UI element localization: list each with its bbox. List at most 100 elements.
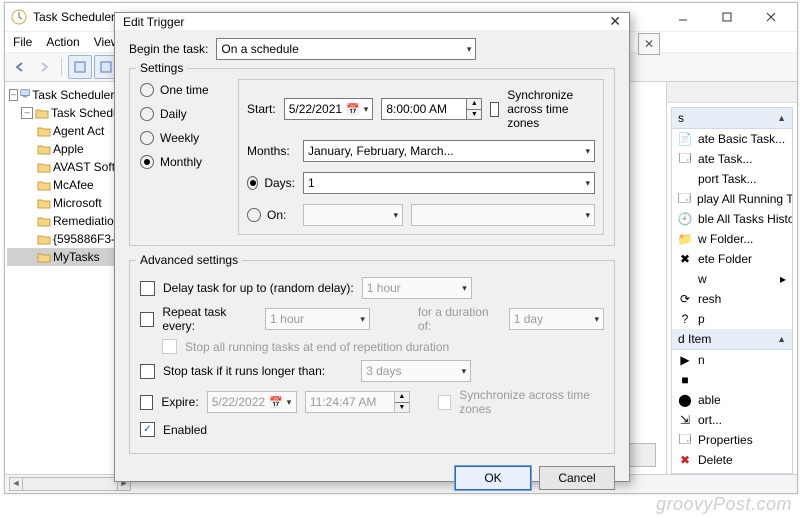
chevron-down-icon: ▾	[467, 44, 472, 55]
delay-label: Delay task for up to (random delay):	[163, 281, 354, 295]
cancel-button[interactable]: Cancel	[539, 466, 615, 490]
action-item[interactable]: 🗔play All Running Ta...	[672, 189, 792, 209]
collapse-icon[interactable]: –	[21, 107, 33, 119]
radio-daily[interactable]: Daily	[140, 107, 224, 121]
back-button[interactable]	[9, 56, 31, 78]
action-item[interactable]: 🗔Properties	[672, 430, 792, 450]
action-item[interactable]: ⇲ort...	[672, 410, 792, 430]
duration-combo: 1 day▾	[509, 308, 604, 330]
new-folder-icon: 📁	[678, 232, 692, 246]
action-item[interactable]: ▶n	[672, 350, 792, 370]
repeat-checkbox[interactable]	[140, 312, 154, 327]
close-button[interactable]	[749, 3, 793, 31]
enabled-checkbox[interactable]	[140, 422, 155, 437]
action-item[interactable]: ⟳resh	[672, 289, 792, 309]
start-date-value: 5/22/2021	[289, 102, 342, 116]
on-day-combo: ▾	[411, 204, 595, 226]
tree-folder-label: Microsoft	[53, 196, 102, 210]
start-time-value: 8:00:00 AM	[386, 102, 447, 116]
start-time-input[interactable]: 8:00:00 AM	[381, 98, 467, 120]
dialog-title: Edit Trigger	[123, 15, 609, 29]
tree-folder-label: AVAST Soft	[53, 160, 115, 174]
menu-file[interactable]: File	[13, 35, 32, 49]
properties-icon: 🗔	[678, 433, 692, 447]
dialog-titlebar: Edit Trigger ✕	[115, 13, 629, 30]
toolbar-button-1[interactable]	[68, 55, 92, 79]
time-spinner[interactable]: ▲▼	[467, 98, 482, 120]
maximize-button[interactable]	[705, 3, 749, 31]
days-combo[interactable]: 1▾	[303, 172, 595, 194]
run-icon: ▶	[678, 353, 692, 367]
background-dialog-button[interactable]	[626, 443, 656, 467]
action-item[interactable]: 📁w Folder...	[672, 229, 792, 249]
forward-button[interactable]	[33, 56, 55, 78]
action-item[interactable]: port Task...	[672, 169, 792, 189]
action-label: ete Folder	[698, 252, 752, 266]
radio-weekly[interactable]: Weekly	[140, 131, 224, 145]
action-label: Delete	[698, 453, 733, 467]
action-item[interactable]: w▸	[672, 269, 792, 289]
start-label: Start:	[247, 102, 276, 116]
chevron-down-icon: ▾	[462, 366, 467, 377]
action-item[interactable]: ■	[672, 370, 792, 390]
chevron-down-icon: ▾	[462, 283, 467, 294]
horizontal-scrollbar[interactable]: ◄►	[9, 477, 131, 491]
schedule-panel: Start: 5/22/2021 📅 ▾ 8:00:00 AM ▲▼ Synchron…	[238, 79, 604, 235]
radio-monthly[interactable]: Monthly	[140, 155, 224, 169]
watermark: groovyPost.com	[656, 494, 792, 515]
action-item[interactable]: 📄ate Basic Task...	[672, 129, 792, 149]
background-dialog-close[interactable]: ✕	[638, 33, 660, 55]
tree-folder-label: McAfee	[53, 178, 94, 192]
action-label: able	[698, 393, 721, 407]
repeat-combo: 1 hour▾	[265, 308, 370, 330]
months-value: January, February, March...	[308, 144, 454, 158]
start-date-picker[interactable]: 5/22/2021📅▾	[284, 98, 374, 120]
begin-task-combo[interactable]: On a schedule ▾	[216, 38, 476, 60]
dialog-close-button[interactable]: ✕	[609, 13, 621, 30]
begin-task-value: On a schedule	[221, 42, 298, 56]
action-label: ate Task...	[698, 152, 752, 166]
months-label: Months:	[247, 144, 295, 158]
collapse-icon[interactable]: –	[9, 89, 18, 101]
action-item[interactable]: ⬤ able	[672, 390, 792, 410]
radio-one-time[interactable]: One time	[140, 83, 224, 97]
action-item[interactable]: ✖ete Folder	[672, 249, 792, 269]
radio-on[interactable]: On:	[247, 208, 295, 222]
refresh-icon: ⟳	[678, 292, 692, 306]
action-item[interactable]: 🕘ble All Tasks History	[672, 209, 792, 229]
folder-icon	[37, 161, 51, 173]
ok-label: OK	[484, 471, 501, 485]
stop-if-checkbox[interactable]	[140, 364, 155, 379]
tree-folder-label: {595886F3-	[53, 232, 115, 246]
tree-folder-label: MyTasks	[53, 250, 100, 264]
edit-trigger-dialog: Edit Trigger ✕ Begin the task: On a sche…	[114, 12, 630, 482]
folder-icon	[37, 233, 51, 245]
settings-legend: Settings	[136, 61, 187, 75]
disable-icon: ⬤	[678, 393, 692, 407]
display-icon: 🗔	[678, 192, 691, 206]
sync-tz-checkbox[interactable]	[490, 102, 499, 117]
days-value: 1	[308, 176, 315, 190]
folder-icon	[35, 107, 49, 119]
advanced-group: Advanced settings Delay task for up to (…	[129, 260, 615, 454]
action-item[interactable]: 🗔ate Task...	[672, 149, 792, 169]
sync-tz-label: Synchronize across time zones	[507, 88, 595, 130]
menu-action[interactable]: Action	[46, 35, 79, 49]
folder-icon	[37, 251, 51, 263]
minimize-button[interactable]	[661, 3, 705, 31]
task-icon: 📄	[678, 132, 692, 146]
repeat-value: 1 hour	[270, 312, 304, 326]
delay-checkbox[interactable]	[140, 281, 155, 296]
months-combo[interactable]: January, February, March...▾	[303, 140, 595, 162]
expire-checkbox[interactable]	[140, 395, 153, 410]
calendar-icon: 📅	[346, 103, 360, 116]
ok-button[interactable]: OK	[455, 466, 531, 490]
action-item[interactable]: ?p	[672, 309, 792, 329]
expire-date-picker: 5/22/2022📅▾	[207, 391, 297, 413]
actions-section-header[interactable]: s▲	[672, 108, 792, 129]
actions-section-header[interactable]: d Item▲	[672, 329, 792, 350]
action-label: w	[698, 272, 707, 286]
action-item[interactable]: ✖Delete	[672, 450, 792, 470]
expire-time-value: 11:24:47 AM	[310, 395, 377, 409]
radio-days[interactable]: Days:	[247, 176, 295, 190]
